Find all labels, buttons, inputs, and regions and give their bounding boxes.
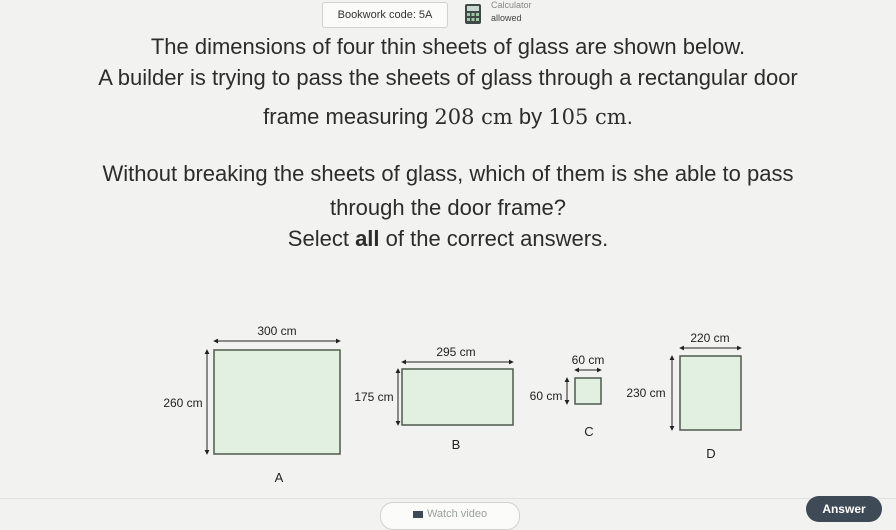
sheet-b[interactable]: 295 cm 175 cm B xyxy=(354,345,514,452)
sheet-c-width-label: 60 cm xyxy=(572,353,605,367)
sheet-c[interactable]: 60 cm 60 cm C xyxy=(530,353,605,439)
sheet-c-height-label: 60 cm xyxy=(530,389,563,403)
sheet-b-letter[interactable]: B xyxy=(452,437,461,452)
sheet-a-glass[interactable] xyxy=(213,349,341,455)
sheet-a-letter[interactable]: A xyxy=(275,470,284,485)
sheet-c-glass[interactable] xyxy=(574,377,602,405)
sheet-b-glass[interactable] xyxy=(401,368,514,426)
watch-video-label: Watch video xyxy=(426,508,488,520)
sheet-d[interactable]: 220 cm 230 cm D xyxy=(626,331,742,461)
sheet-c-letter[interactable]: C xyxy=(584,424,593,439)
sheet-d-letter[interactable]: D xyxy=(706,446,715,461)
sheet-d-height-label: 230 cm xyxy=(626,386,665,400)
sheet-a-height-label: 260 cm xyxy=(163,396,202,410)
glass-sheets-diagram: 300 cm 260 cm A 295 cm 175 cm B 60 cm 60… xyxy=(163,324,742,485)
answer-button[interactable]: Answer xyxy=(806,496,882,522)
sheet-a-width-label: 300 cm xyxy=(257,324,296,338)
sheet-d-glass[interactable] xyxy=(679,355,742,431)
sheet-a[interactable]: 300 cm 260 cm A xyxy=(163,324,341,485)
sheet-b-height-label: 175 cm xyxy=(354,390,393,404)
sheet-b-width-label: 295 cm xyxy=(436,345,475,359)
watch-video-button[interactable]: Watch video xyxy=(380,502,520,530)
sheet-d-width-label: 220 cm xyxy=(690,331,729,345)
footer-divider xyxy=(0,498,896,499)
